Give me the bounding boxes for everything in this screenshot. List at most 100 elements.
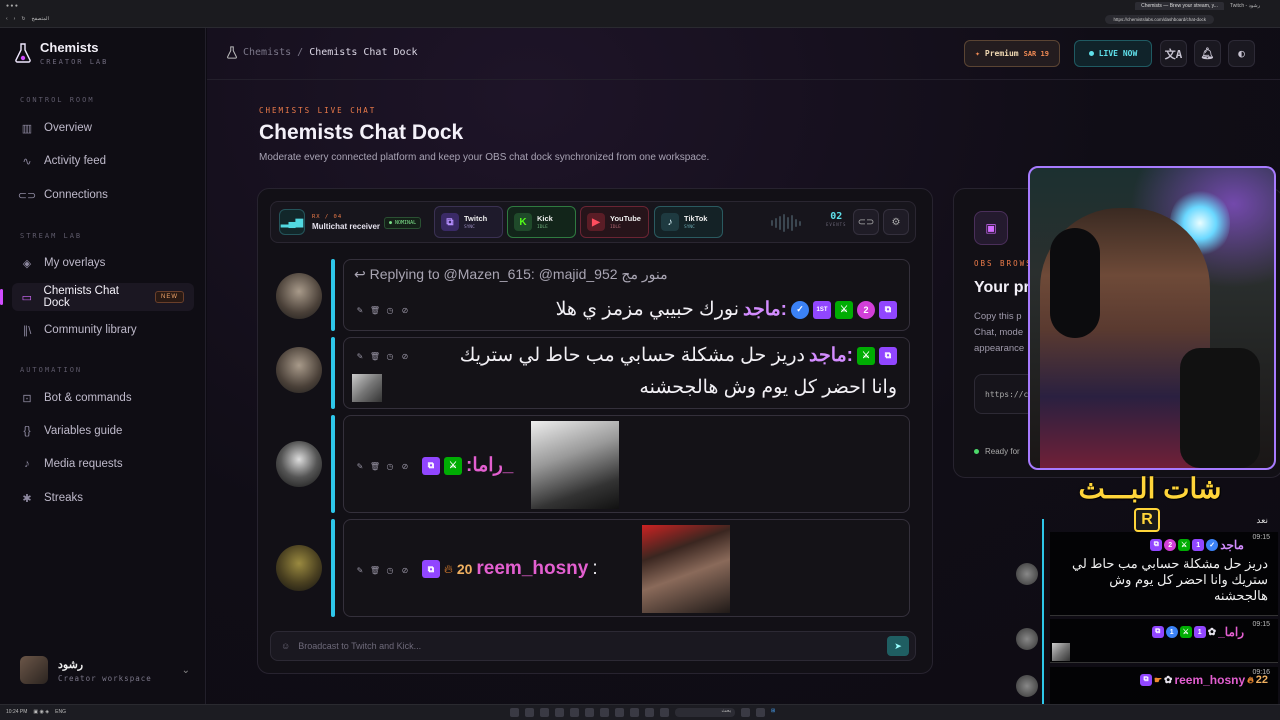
flower-icon: ✿ [1164, 674, 1173, 686]
events-label: EVENTS [826, 222, 847, 227]
overlay-time: 09:15 [1252, 621, 1270, 628]
breadcrumb-root[interactable]: Chemists [243, 47, 291, 58]
app-icon[interactable] [540, 708, 549, 717]
chevron-down-icon[interactable]: ⌄ [182, 665, 190, 676]
trash-icon[interactable]: 🗑︎ [369, 304, 381, 316]
ban-icon[interactable]: ⊘ [399, 564, 411, 576]
message-card[interactable]: ✎ 🗑︎ ◷ ⊘ ⧉ ⚔ _راما: [343, 415, 910, 513]
app-icon[interactable] [756, 708, 765, 717]
message-card[interactable]: ↩ Replying to @Mazen_615: @majid_952 منو… [343, 259, 910, 331]
theme-button[interactable]: ◐ [1228, 40, 1255, 67]
forward-icon[interactable]: › [14, 16, 16, 22]
overlay-time: 09:15 [1252, 534, 1270, 541]
timeout-icon[interactable]: ◷ [384, 304, 396, 316]
trash-icon[interactable]: 🗑︎ [369, 460, 381, 472]
sidebar-item-connections[interactable]: ⊂⊃ Connections [12, 181, 194, 209]
broadcast-composer[interactable]: ☺ Broadcast to Twitch and Kick... ➤ [270, 631, 916, 661]
timeout-icon[interactable]: ◷ [384, 350, 396, 362]
sidebar-item-streaks[interactable]: ✱ Streaks [12, 484, 194, 512]
timeout-icon[interactable]: ◷ [384, 564, 396, 576]
platform-youtube[interactable]: ▶ YouTube IDLE [580, 206, 649, 238]
tray-icons[interactable]: ▣ ◉ ◈ [33, 709, 49, 715]
message-username[interactable]: ماجد: [809, 344, 853, 367]
app-icon[interactable] [660, 708, 669, 717]
sidebar-item-my-overlays[interactable]: ◈ My overlays [12, 249, 194, 277]
app-icon[interactable] [645, 708, 654, 717]
platform-kick[interactable]: K Kick IDLE [507, 206, 576, 238]
app-icon[interactable] [600, 708, 609, 717]
window-controls[interactable]: ● ● ● [6, 3, 18, 9]
platform-status: IDLE [610, 225, 621, 230]
app-icon[interactable] [741, 708, 750, 717]
send-button[interactable]: ➤ [887, 636, 909, 656]
message-card[interactable]: ✎ 🗑︎ ◷ ⊘ دريز حل مشكلة حسابي مب حاط لي ستري… [343, 337, 910, 409]
image-attachment[interactable] [642, 525, 730, 613]
live-status-button[interactable]: LIVE NOW [1074, 40, 1152, 67]
copy-link-button[interactable]: ⊂⊃ [853, 209, 879, 235]
ban-icon[interactable]: ⊘ [399, 304, 411, 316]
user-menu[interactable]: رشود Creator workspace ⌄ [20, 656, 190, 684]
premium-button[interactable]: ✦ Premium SAR 19 [964, 40, 1060, 67]
sidebar-item-overview[interactable]: ▥ Overview [12, 114, 194, 142]
address-bar[interactable]: https://chemistslabs.com/dashboard/chat-… [1105, 14, 1214, 24]
message-separator: : [592, 558, 598, 579]
message-username[interactable]: ماجد: [743, 298, 787, 321]
emoji-icon[interactable]: ☺ [281, 641, 290, 651]
back-icon[interactable]: ‹ [6, 16, 8, 22]
taskbar-search[interactable]: بحث [675, 708, 735, 717]
trash-icon[interactable]: 🗑︎ [369, 350, 381, 362]
reload-icon[interactable]: ↻ [21, 16, 25, 22]
platform-name: YouTube [610, 214, 641, 223]
platform-twitch[interactable]: ⧉ Twitch SYNC [434, 206, 503, 238]
flame-icon: 🔥︎ [1247, 674, 1254, 685]
ban-icon[interactable]: ⊘ [399, 460, 411, 472]
settings-button[interactable]: ⚙ [883, 209, 909, 235]
overlay-message: 09:16 ⧉ ☛ ✿ reem_hosny 🔥︎ 22 [1050, 667, 1278, 705]
user-name: رشود [58, 658, 84, 671]
chat-icon: ▭ [21, 291, 32, 304]
pin-icon[interactable]: ✎ [354, 564, 366, 576]
sidebar-item-bot-commands[interactable]: ⊡ Bot & commands [12, 384, 194, 412]
app-icon[interactable] [570, 708, 579, 717]
avatar [1016, 675, 1038, 697]
message-card[interactable]: ✎ 🗑︎ ◷ ⊘ ⧉ 🔥︎ 20 reem_hosny : [343, 519, 910, 617]
message-list[interactable]: ↩ Replying to @Mazen_615: @majid_952 منو… [270, 247, 920, 619]
platform-tiktok[interactable]: ♪ TikTok SYNC [654, 206, 723, 238]
pin-icon[interactable]: ✎ [354, 460, 366, 472]
sidebar-item-media-requests[interactable]: ♪ Media requests [12, 450, 194, 478]
windows-start-icon[interactable]: ⊞ [771, 708, 775, 717]
pin-icon[interactable]: ✎ [354, 350, 366, 362]
notifications-button[interactable]: 🔔︎ [1194, 40, 1221, 67]
translate-button[interactable]: 文A [1160, 40, 1187, 67]
app-icon[interactable] [615, 708, 624, 717]
pin-icon[interactable]: ✎ [354, 304, 366, 316]
taskbar-lang[interactable]: ENG [55, 709, 66, 715]
timeout-icon[interactable]: ◷ [384, 460, 396, 472]
app-icon[interactable] [585, 708, 594, 717]
twitch-icon: ⧉ [422, 560, 440, 578]
sub-badge-icon: 1 [1193, 626, 1206, 638]
ban-icon[interactable]: ⊘ [399, 350, 411, 362]
browser-chrome: ● ● ● Chemists — Brew your stream, y... … [0, 0, 1280, 28]
bookmarks-label[interactable]: المتصفح [32, 16, 49, 22]
app-icon[interactable] [630, 708, 639, 717]
sidebar-item-variables-guide[interactable]: {} Variables guide [12, 417, 194, 445]
app-icon[interactable] [510, 708, 519, 717]
image-attachment[interactable] [531, 421, 619, 509]
sidebar-item-chat-dock[interactable]: ▭ Chemists Chat Dock NEW [0, 283, 194, 311]
message-text: نورك حبيبي مزمز ي هلا [555, 299, 739, 320]
browser-tab-other[interactable]: Twitch - رشود [1230, 3, 1260, 9]
sidebar-item-community-library[interactable]: ∥\ Community library [12, 316, 194, 344]
message-username[interactable]: reem_hosny [476, 558, 588, 580]
brand[interactable]: Chemists CREATOR LAB [14, 40, 108, 66]
brand-tagline: CREATOR LAB [40, 58, 109, 66]
receiver-status: ▂▄▆ RX / 04 Multichat receiver [279, 209, 380, 235]
taskbar-apps[interactable]: بحث ⊞ [510, 708, 775, 717]
message-username[interactable]: _راما: [466, 454, 513, 477]
trash-icon[interactable]: 🗑︎ [369, 564, 381, 576]
sidebar-item-activity-feed[interactable]: ∿ Activity feed [12, 147, 194, 175]
browser-tab-active[interactable]: Chemists — Brew your stream, y... [1135, 2, 1224, 10]
app-icon[interactable] [555, 708, 564, 717]
app-icon[interactable] [525, 708, 534, 717]
broadcast-input[interactable]: Broadcast to Twitch and Kick... [298, 641, 421, 651]
